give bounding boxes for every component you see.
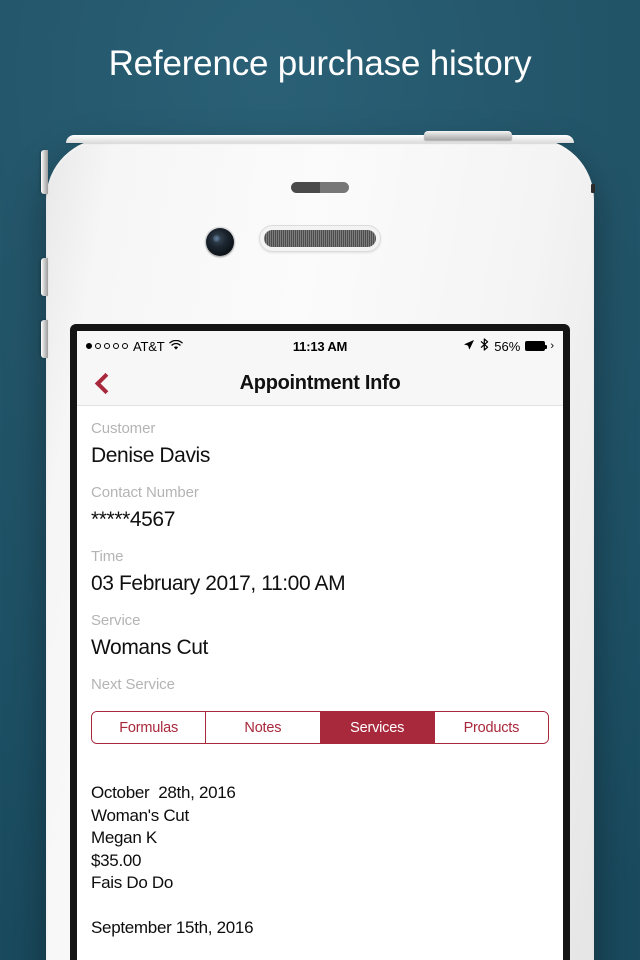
history-location: Fais Do Do — [91, 873, 174, 893]
history-stylist: Megan K — [91, 828, 157, 848]
history-date: October 28th, 2016 — [91, 783, 236, 802]
page-title: Reference purchase history — [108, 44, 532, 83]
status-bar-left: AT&T — [86, 338, 184, 354]
volume-down-button[interactable] — [41, 320, 48, 358]
status-bar: AT&T 11:13 AM 56% › — [77, 331, 563, 361]
field-value-contact-number: *****4567 — [91, 508, 175, 531]
segmented-control: Formulas Notes Services Products — [91, 711, 549, 744]
volume-up-button[interactable] — [41, 258, 48, 296]
appointment-info-content: Customer Denise Davis Contact Number ***… — [77, 406, 563, 960]
field-label-next-service: Next Service — [91, 676, 175, 693]
signal-strength-icon — [86, 343, 128, 349]
silent-switch[interactable] — [41, 150, 48, 194]
phone-device-mockup: AT&T 11:13 AM 56% › Appointment Info Cus… — [41, 131, 595, 960]
back-button[interactable] — [77, 361, 129, 405]
history-price: $35.00 — [91, 850, 142, 870]
field-label-service: Service — [91, 612, 141, 629]
tab-products[interactable]: Products — [434, 712, 548, 743]
battery-icon — [525, 341, 548, 351]
field-value-time: 03 February 2017, 11:00 AM — [91, 572, 346, 595]
bluetooth-icon — [480, 338, 489, 354]
power-button[interactable] — [424, 131, 512, 140]
carrier-label: AT&T — [133, 338, 165, 354]
phone-screen: AT&T 11:13 AM 56% › Appointment Info Cus… — [77, 331, 563, 960]
list-item[interactable]: September 15th, 2016 — [91, 917, 549, 940]
battery-percent-label: 56% — [494, 338, 521, 354]
field-value-customer: Denise Davis — [91, 444, 210, 467]
earpiece-speaker — [264, 230, 376, 247]
front-camera-icon — [206, 228, 234, 256]
tab-services[interactable]: Services — [320, 712, 435, 743]
purchase-history-list: October 28th, 2016 Woman's Cut Megan K $… — [91, 782, 549, 940]
tab-formulas[interactable]: Formulas — [92, 712, 207, 743]
screen-bezel: AT&T 11:13 AM 56% › Appointment Info Cus… — [70, 324, 570, 960]
status-bar-right: 56% › — [463, 338, 554, 354]
location-arrow-icon — [463, 339, 475, 354]
field-label-time: Time — [91, 548, 124, 565]
history-service: Woman's Cut — [91, 805, 189, 825]
wifi-icon — [169, 339, 184, 353]
nav-title: Appointment Info — [239, 371, 401, 394]
tab-notes[interactable]: Notes — [206, 712, 321, 743]
chevron-right-icon: › — [550, 340, 554, 352]
list-item[interactable]: October 28th, 2016 Woman's Cut Megan K $… — [91, 782, 549, 895]
history-date: September 15th, 2016 — [91, 918, 254, 938]
poster-stage: Reference purchase history AT&T 11:13 AM… — [0, 0, 640, 960]
field-label-contact-number: Contact Number — [91, 484, 199, 501]
back-chevron-icon — [94, 372, 117, 394]
field-value-service: Womans Cut — [91, 636, 208, 659]
proximity-sensor — [291, 182, 349, 193]
navigation-bar: Appointment Info — [77, 361, 563, 406]
field-label-customer: Customer — [91, 420, 156, 437]
antenna-band — [591, 184, 595, 193]
